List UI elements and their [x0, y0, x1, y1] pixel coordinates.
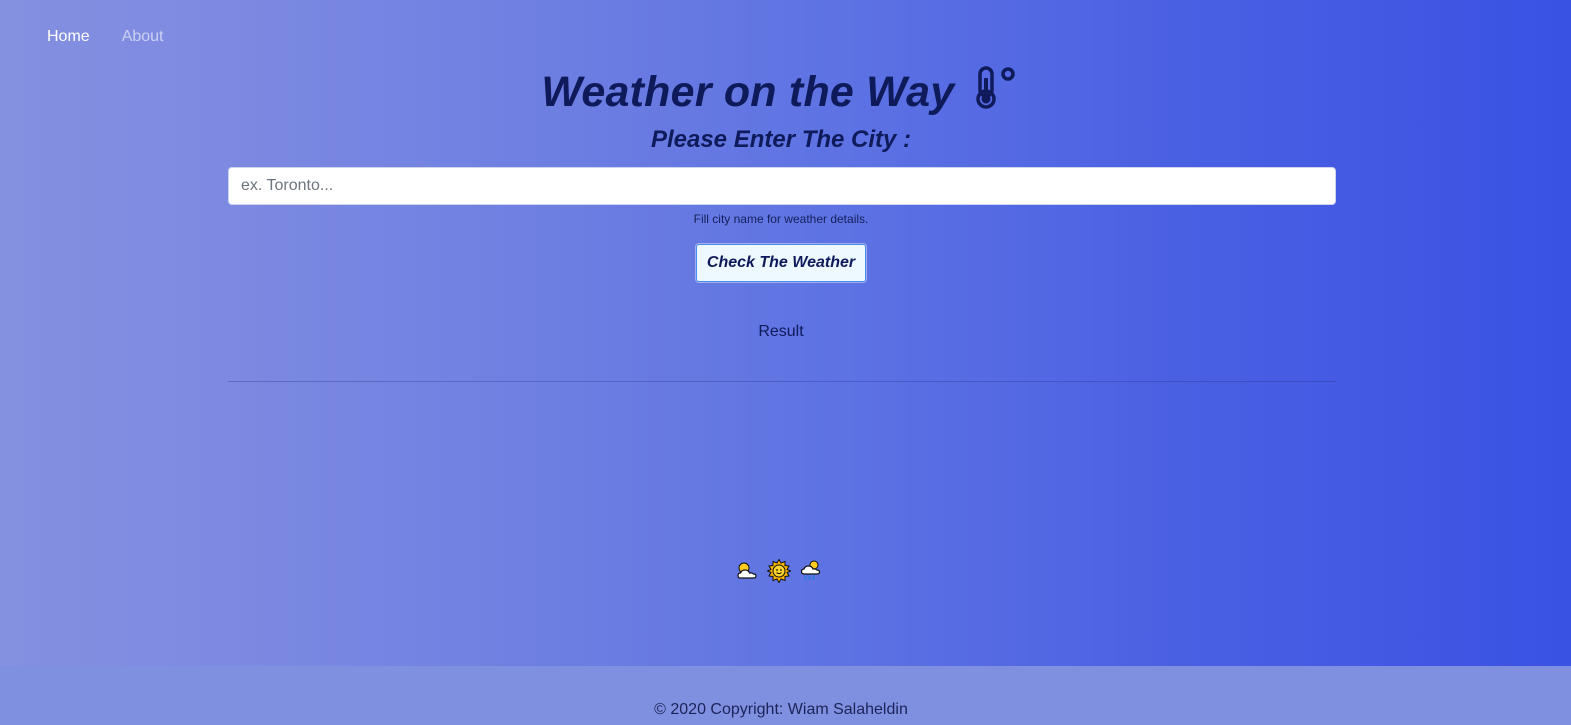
page-footer: © 2020 Copyright: Wiam Salaheldin — [0, 666, 1571, 725]
city-search-input[interactable] — [228, 167, 1336, 205]
cloud-with-rain-icon — [799, 559, 823, 583]
result-divider — [228, 381, 1336, 382]
page-title: Weather on the Way — [0, 66, 1562, 121]
footer-copyright: © 2020 Copyright: Wiam Salaheldin — [654, 701, 908, 718]
sun-icon — [766, 558, 792, 584]
nav-link-home[interactable]: Home — [47, 28, 90, 46]
city-prompt-heading: Please Enter The City : — [650, 126, 912, 153]
thermometer-icon — [975, 66, 1021, 121]
weather-icons-row — [735, 558, 823, 584]
page-title-text: Weather on the Way — [541, 68, 955, 116]
nav-link-about[interactable]: About — [122, 28, 164, 46]
sun-behind-cloud-icon — [735, 559, 759, 583]
city-input-hint: Fill city name for weather details. — [693, 212, 869, 226]
top-nav: Home About — [47, 28, 164, 46]
result-label: Result — [758, 323, 804, 340]
check-weather-button[interactable]: Check The Weather — [696, 244, 866, 282]
